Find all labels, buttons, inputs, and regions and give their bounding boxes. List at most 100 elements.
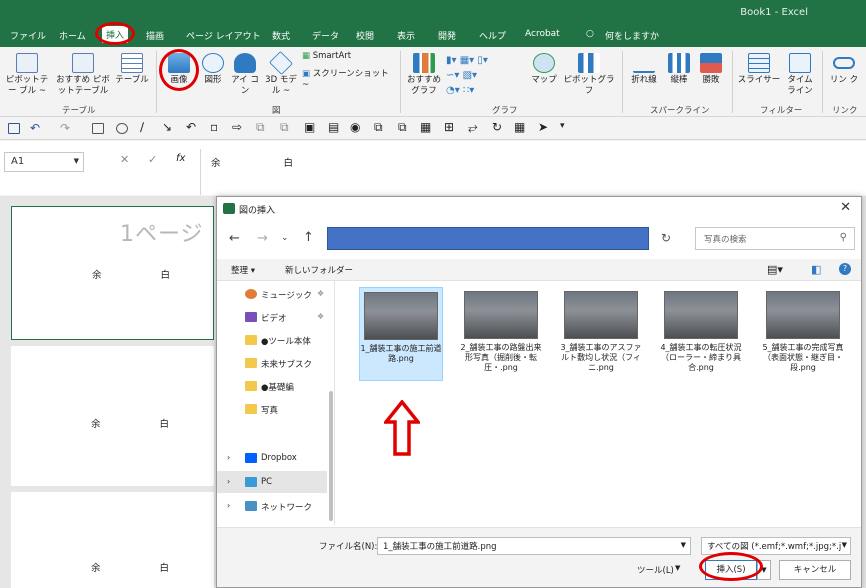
nav-item-network[interactable]: ネットワーク — [261, 501, 312, 513]
organize-button[interactable]: 整理 ▾ — [231, 264, 255, 276]
rounded-shape-icon[interactable]: ▫ — [210, 120, 218, 134]
select-objects-icon[interactable]: ▣ — [304, 120, 315, 134]
nav-item-video[interactable]: ビデオ — [261, 312, 287, 324]
waterfall-chart-icon[interactable]: ▯▾ — [477, 55, 488, 66]
close-icon[interactable]: ✕ — [840, 200, 851, 215]
customize-toolbar-icon[interactable]: ▾ — [560, 121, 565, 131]
file-item-selected[interactable]: 1_舗装工事の施工前道路.png — [359, 287, 443, 381]
screenshot-button[interactable]: ▣ スクリーンショット ~ — [302, 69, 394, 91]
arrow-shape-icon[interactable]: ↘ — [162, 120, 172, 134]
view-options-icon[interactable]: ▤▾ — [767, 263, 783, 276]
back-icon[interactable]: ← — [229, 231, 240, 246]
nav-item-folder[interactable]: ●基礎編 — [261, 381, 294, 393]
chart-type-gallery[interactable]: ▮▾ ▦▾ ▯▾ ∽▾ ▧▾ ◔▾ ∷▾ — [446, 53, 526, 97]
address-bar[interactable] — [327, 227, 649, 250]
line-shape-icon[interactable]: ∕ — [140, 120, 144, 134]
recommended-charts-button[interactable]: おすすめ グラフ — [404, 53, 444, 97]
stat-chart-icon[interactable]: ▧▾ — [463, 70, 477, 81]
camera-icon[interactable]: ◉ — [350, 120, 360, 134]
chevron-down-icon[interactable]: ▼ — [681, 541, 686, 549]
sparkline-line-button[interactable]: 折れ線 — [626, 53, 662, 86]
chevron-down-icon[interactable]: ▼ — [841, 541, 847, 549]
pointer-icon[interactable]: ➤ — [538, 120, 548, 134]
tell-me-search[interactable]: 何をしますか — [605, 29, 659, 42]
tab-review[interactable]: 校閲 — [356, 29, 374, 42]
crop-icon[interactable]: ⊞ — [444, 120, 454, 134]
sheet-page-3[interactable]: 余 白 — [11, 492, 214, 588]
map-button[interactable]: マップ — [528, 53, 560, 86]
nav-item-folder[interactable]: 未来サブスク — [261, 358, 312, 370]
name-box[interactable]: A1 ▼ — [4, 152, 84, 172]
slicer-button[interactable]: スライサー — [736, 53, 782, 86]
tab-formulas[interactable]: 数式 — [272, 29, 290, 42]
pin-icon[interactable]: ❖ — [317, 312, 324, 321]
tab-file[interactable]: ファイル — [10, 29, 46, 42]
sheet-page-2[interactable]: 余 白 — [11, 346, 214, 486]
resize-icon[interactable]: ⥂ — [468, 120, 478, 135]
chevron-down-icon[interactable]: ▼ — [74, 157, 79, 165]
timeline-button[interactable]: タイム ライン — [782, 53, 818, 97]
tab-draw[interactable]: 描画 — [146, 29, 164, 42]
expand-chevron-icon[interactable]: › — [227, 453, 230, 462]
nav-scrollbar[interactable] — [329, 391, 333, 521]
table-button[interactable]: テーブル — [112, 53, 152, 86]
search-input[interactable]: 写真の検索 ⚲ — [695, 227, 855, 250]
tab-developer[interactable]: 開発 — [438, 29, 456, 42]
block-arrow-icon[interactable]: ⇨ — [232, 120, 242, 134]
undo-icon[interactable]: ↶ — [30, 121, 40, 135]
nav-item-folder[interactable]: ●ツール本体 — [261, 335, 311, 347]
shapes-button[interactable]: 図形 — [198, 53, 228, 86]
pivot-table-button[interactable]: ピボットテー ブル ~ — [4, 53, 50, 97]
hierarchy-chart-icon[interactable]: ▦▾ — [460, 55, 478, 66]
insert-function-button[interactable]: fx — [176, 153, 185, 164]
filename-field[interactable]: 1_舗装工事の施工前道路.png ▼ — [377, 537, 691, 555]
expand-chevron-icon[interactable]: › — [227, 477, 230, 486]
nav-item-pc[interactable]: PC — [261, 477, 272, 487]
bring-forward-icon[interactable]: ⧉ — [374, 120, 383, 135]
file-item[interactable]: 3_舗装工事のアスファルト敷均し状況（フィニ.png — [559, 287, 643, 373]
tab-help[interactable]: ヘルプ — [479, 29, 506, 42]
nav-item-dropbox[interactable]: Dropbox — [261, 453, 297, 463]
confirm-entry-icon[interactable]: ✓ — [148, 153, 157, 166]
tab-home[interactable]: ホーム — [59, 29, 86, 42]
align-icon[interactable]: ▤ — [328, 120, 339, 134]
grid-icon[interactable]: ▦ — [514, 120, 525, 134]
smartart-button[interactable]: ▦ SmartArt — [302, 51, 372, 62]
up-folder-icon[interactable]: ↑ — [303, 230, 314, 245]
selection-pane-icon[interactable]: ▦ — [420, 120, 431, 134]
pin-icon[interactable]: ❖ — [317, 289, 324, 298]
3d-models-button[interactable]: 3D モデル ~ — [262, 51, 300, 97]
tab-view[interactable]: 表示 — [397, 29, 415, 42]
cancel-entry-icon[interactable]: ✕ — [120, 153, 129, 166]
oval-shape-icon[interactable] — [116, 123, 128, 134]
expand-chevron-icon[interactable]: › — [227, 501, 230, 510]
preview-pane-icon[interactable]: ◧ — [811, 263, 821, 276]
sparkline-column-button[interactable]: 縦棒 — [664, 53, 694, 86]
bar-chart-icon[interactable]: ▮▾ — [446, 55, 460, 66]
scatter-chart-icon[interactable]: ∷▾ — [463, 85, 474, 96]
refresh-icon[interactable]: ↻ — [661, 231, 671, 245]
curve-shape-icon[interactable]: ↶ — [186, 120, 196, 134]
redo-icon[interactable]: ↷ — [60, 121, 70, 135]
help-icon[interactable]: ? — [839, 263, 851, 275]
group-objects-icon[interactable]: ⧉ — [256, 120, 265, 135]
nav-item-folder[interactable]: 写真 — [261, 404, 278, 416]
pie-chart-icon[interactable]: ◔▾ — [446, 85, 463, 96]
chevron-down-icon[interactable]: ▼ — [675, 564, 680, 572]
nav-item-music[interactable]: ミュージック — [261, 289, 312, 301]
new-folder-button[interactable]: 新しいフォルダー — [285, 264, 353, 276]
file-item[interactable]: 5_舗装工事の完成写真（表面状態・継ぎ目・段.png — [761, 287, 845, 373]
tab-acrobat[interactable]: Acrobat — [525, 29, 560, 39]
file-item[interactable]: 4_舗装工事の転圧状況（ローラー・締まり具合.png — [659, 287, 743, 373]
line-chart-icon[interactable]: ∽▾ — [446, 70, 463, 81]
tools-menu[interactable]: ツール(L) — [637, 564, 674, 576]
icons-button[interactable]: アイ コン — [230, 53, 260, 97]
sparkline-winloss-button[interactable]: 勝敗 — [696, 53, 726, 86]
recent-locations-icon[interactable]: ⌄ — [281, 233, 289, 243]
send-backward-icon[interactable]: ⧉ — [398, 120, 407, 135]
link-button[interactable]: リン ク — [826, 53, 862, 86]
rotate-icon[interactable]: ↻ — [492, 120, 502, 134]
tab-page-layout[interactable]: ページ レイアウト — [186, 29, 261, 42]
recommended-pivot-button[interactable]: おすすめ ピボットテーブル — [52, 53, 114, 97]
save-icon[interactable] — [8, 123, 20, 134]
